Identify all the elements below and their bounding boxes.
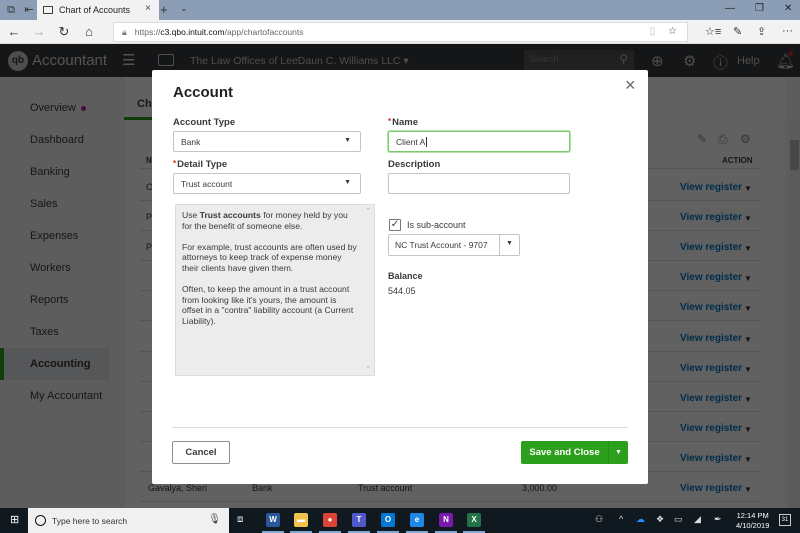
battery-icon[interactable]: ▭ [674, 514, 683, 525]
pen-icon[interactable]: ✒ [714, 514, 722, 525]
description-label: Description [388, 159, 441, 170]
browser-tab[interactable]: Chart of Accounts × [37, 0, 159, 20]
share-icon[interactable]: ⇪ [757, 25, 766, 38]
teams-icon[interactable]: T [352, 513, 366, 527]
help-text: Use [182, 210, 200, 220]
detail-type-select[interactable]: Trust account ▼ [173, 173, 361, 194]
dropbox-icon[interactable]: ❖ [656, 514, 664, 525]
cortana-icon [35, 515, 46, 526]
edge-icon[interactable]: e [410, 513, 424, 527]
footer-divider [172, 427, 628, 428]
chevron-down-icon: ▼ [506, 240, 513, 247]
account-type-label: Account Type [173, 117, 236, 128]
url-path: /app/chartofaccounts [224, 27, 304, 37]
set-aside-tabs-icon[interactable]: ⇤ [22, 3, 36, 17]
task-view-icon[interactable]: ⧈ [237, 514, 243, 525]
clock-time: 12:14 PM [736, 511, 769, 520]
required-asterisk: * [173, 159, 177, 168]
new-tab-button[interactable]: + [160, 2, 168, 17]
tab-preview-icon[interactable]: ⌄ [180, 3, 188, 14]
help-paragraph-3: Often, to keep the amount in a trust acc… [182, 284, 354, 326]
notes-icon[interactable]: ✎ [733, 25, 742, 38]
clock[interactable]: 12:14 PM 4/10/2019 [736, 511, 769, 531]
detail-type-label: *Detail Type [173, 159, 227, 170]
lock-icon: 🔒︎ [122, 26, 127, 37]
action-center-icon[interactable]: 31 [779, 514, 791, 526]
chevron-down-icon: ▼ [344, 179, 351, 186]
name-label: *Name [388, 117, 418, 128]
onenote-icon[interactable]: N [439, 513, 453, 527]
favorite-star-icon[interactable]: ☆ [668, 26, 677, 37]
home-icon[interactable]: ⌂ [81, 24, 97, 39]
account-type-select[interactable]: Bank ▼ [173, 131, 361, 152]
chrome-icon[interactable]: ● [323, 513, 337, 527]
scroll-down-icon[interactable]: ⌄ [365, 362, 371, 373]
excel-icon[interactable]: X [467, 513, 481, 527]
detail-type-help-text: Use Trust accounts for money held by you… [175, 204, 375, 376]
detail-type-label-text: Detail Type [177, 159, 228, 170]
parent-account-value: NC Trust Account - 9707 [395, 240, 488, 250]
url-scheme: https:// [134, 27, 161, 37]
tab-title: Chart of Accounts [59, 5, 131, 15]
windows-taskbar: ⊞ Type here to search 🎙︎ ⧈ W ▬ ● T Oe N X ⚇ ^ … [0, 508, 800, 533]
account-type-value: Bank [181, 137, 201, 147]
name-label-text: Name [392, 117, 418, 128]
dialog-title: Account [173, 84, 233, 101]
browser-tab-bar: ⧉ ⇤ Chart of Accounts × + ⌄ — ❐ ✕ [0, 0, 800, 20]
people-icon[interactable]: ⚇ [595, 514, 603, 525]
text-cursor [426, 137, 428, 147]
save-options-dropdown[interactable]: ▼ [608, 441, 628, 464]
page-icon [43, 6, 53, 14]
url-input[interactable]: 🔒︎ https://c3.qbo.intuit.com/app/chartof… [113, 22, 688, 42]
restore-button[interactable]: ❐ [755, 3, 764, 14]
minimize-button[interactable]: — [725, 3, 735, 14]
sub-account-label[interactable]: Is sub-account [407, 220, 466, 230]
clock-date: 4/10/2019 [736, 521, 770, 530]
account-dialog: Account × Account Type Bank ▼ *Detail Ty… [152, 70, 648, 484]
balance-value: 544.05 [388, 286, 416, 296]
parent-account-dropdown-button[interactable]: ▼ [499, 235, 519, 255]
scroll-up-icon[interactable]: ⌃ [365, 207, 371, 218]
windows-start-icon[interactable]: ⊞ [10, 515, 21, 526]
sub-account-checkbox[interactable]: ✓ [389, 219, 401, 231]
address-bar-row: ← → ↻ ⌂ 🔒︎ https://c3.qbo.intuit.com/app… [0, 20, 800, 44]
url-actions: ▯ ☆ [650, 26, 677, 37]
taskbar-search-placeholder: Type here to search [52, 515, 128, 526]
onedrive-icon[interactable]: ☁ [636, 514, 645, 525]
show-hidden-icons[interactable]: ^ [619, 514, 623, 524]
help-paragraph-1: Use Trust accounts for money held by you… [182, 210, 358, 231]
reading-view-icon[interactable]: ▯ [650, 26, 656, 37]
taskbar-search-input[interactable]: Type here to search 🎙︎ [28, 508, 229, 533]
save-and-close-button[interactable]: Save and Close [521, 441, 608, 464]
chevron-down-icon: ▼ [344, 137, 351, 144]
parent-account-select[interactable]: NC Trust Account - 9707 ▼ [388, 234, 520, 256]
microphone-icon[interactable]: 🎙︎ [208, 514, 221, 525]
name-input[interactable]: Client A [388, 131, 570, 152]
close-window-button[interactable]: ✕ [784, 3, 792, 14]
cancel-button[interactable]: Cancel [172, 441, 230, 464]
forward-icon[interactable]: → [31, 24, 47, 39]
balance-label: Balance [388, 271, 423, 281]
refresh-icon[interactable]: ↻ [56, 24, 72, 40]
wifi-icon[interactable]: ◢ [694, 514, 701, 525]
close-tab-icon[interactable]: × [145, 3, 151, 14]
more-icon[interactable]: ··· [782, 25, 793, 37]
file-explorer-icon[interactable]: ▬ [294, 513, 308, 527]
url-host: c3.qbo.intuit.com [160, 27, 225, 37]
back-icon[interactable]: ← [6, 24, 22, 39]
chevron-down-icon: ▼ [615, 449, 622, 456]
favorites-hub-icon[interactable]: ☆≡ [705, 25, 721, 38]
outlook-icon[interactable]: O [381, 513, 395, 527]
close-icon[interactable]: × [625, 75, 636, 96]
help-paragraph-2: For example, trust accounts are often us… [182, 241, 357, 273]
word-icon[interactable]: W [266, 513, 280, 527]
detail-type-value: Trust account [181, 179, 233, 189]
help-text-bold: Trust accounts [199, 210, 261, 220]
required-asterisk: * [388, 117, 392, 126]
tab-manager-icon[interactable]: ⧉ [4, 3, 18, 17]
name-value: Client A [396, 137, 426, 147]
description-input[interactable] [388, 173, 570, 194]
